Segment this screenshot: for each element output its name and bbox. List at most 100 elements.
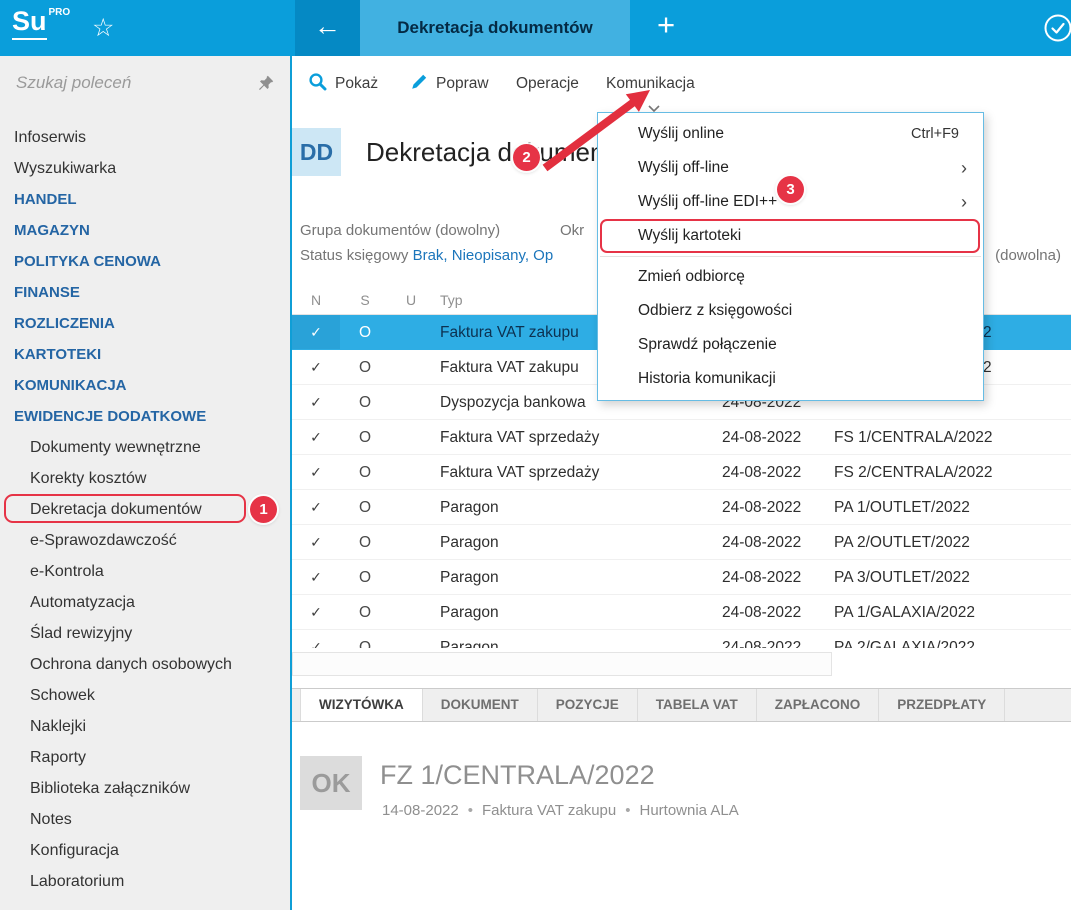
pin-icon[interactable] [258, 75, 274, 96]
favorites-star-icon[interactable]: ☆ [92, 0, 114, 56]
row-date: 24-08-2022 [722, 595, 834, 629]
sidebar-item-dekretacja-dokumentow[interactable]: Dekretacja dokumentów 1 [0, 494, 290, 525]
sidebar-item-kartoteki[interactable]: KARTOTEKI [0, 339, 290, 370]
row-u [390, 385, 432, 419]
row-u [390, 455, 432, 489]
row-u [390, 350, 432, 384]
sidebar-item-raporty[interactable]: Raporty [0, 742, 290, 773]
filter-value: (dowolny) [435, 222, 500, 239]
document-number-title: FZ 1/CENTRALA/2022 [380, 760, 655, 791]
sidebar: Szukaj poleceń Infoserwis Wyszukiwarka H… [0, 56, 290, 910]
sidebar-item-rozliczenia[interactable]: ROZLICZENIA [0, 308, 290, 339]
sidebar-item-e-sprawozdawczosc[interactable]: e-Sprawozdawczość [0, 525, 290, 556]
tab-tabela-vat[interactable]: TABELA VAT [638, 689, 757, 721]
row-type: Paragon [432, 490, 722, 524]
sidebar-item-wyszukiwarka[interactable]: Wyszukiwarka [0, 153, 290, 184]
table-row[interactable]: ✓ O Paragon 24-08-2022 PA 2/OUTLET/2022 [292, 525, 1071, 560]
column-header-s[interactable]: S [340, 285, 390, 314]
annotation-step-1: 1 [250, 496, 277, 523]
tab-dokument[interactable]: DOKUMENT [423, 689, 538, 721]
sidebar-item-konfiguracja[interactable]: Konfiguracja [0, 835, 290, 866]
tab-wizytowka[interactable]: WIZYTÓWKA [300, 689, 423, 721]
edit-menu-button[interactable]: Popraw [410, 56, 489, 112]
column-header-n[interactable]: N [292, 285, 340, 314]
row-status: O [340, 350, 390, 384]
menu-item-wyslij-kartoteki[interactable]: Wyślij kartoteki [598, 219, 983, 253]
row-date: 24-08-2022 [722, 420, 834, 454]
sidebar-item-schowek[interactable]: Schowek [0, 680, 290, 711]
sidebar-item-laboratorium[interactable]: Laboratorium [0, 866, 290, 897]
sidebar-item-polityka-cenowa[interactable]: POLITYKA CENOWA [0, 246, 290, 277]
row-status: O [340, 630, 390, 648]
row-u [390, 630, 432, 648]
filter-document-group[interactable]: Grupa dokumentów (dowolny) [300, 222, 500, 239]
table-row[interactable]: ✓ O Faktura VAT sprzedaży 24-08-2022 FS … [292, 455, 1071, 490]
filter-accounting-status[interactable]: Status księgowy Brak, Nieopisany, Op [300, 247, 553, 264]
tab-pozycje[interactable]: POZYCJE [538, 689, 638, 721]
sidebar-item-handel[interactable]: HANDEL [0, 184, 290, 215]
table-row[interactable]: ✓ O Paragon 24-08-2022 PA 3/OUTLET/2022 [292, 560, 1071, 595]
command-search[interactable]: Szukaj poleceń [0, 56, 290, 110]
sidebar-item-finanse[interactable]: FINANSE [0, 277, 290, 308]
sidebar-menu: Infoserwis Wyszukiwarka HANDEL MAGAZYN P… [0, 122, 290, 897]
sidebar-item-infoserwis[interactable]: Infoserwis [0, 122, 290, 153]
logo-pro-label: PRO [49, 7, 71, 18]
menu-item-label: Sprawdź połączenie [638, 336, 777, 354]
row-status: O [340, 315, 390, 349]
sidebar-item-dokumenty-wewnetrzne[interactable]: Dokumenty wewnętrzne [0, 432, 290, 463]
column-header-u[interactable]: U [390, 285, 432, 314]
row-type: Paragon [432, 560, 722, 594]
sidebar-item-korekty-kosztow[interactable]: Korekty kosztów [0, 463, 290, 494]
new-tab-button[interactable]: + [645, 0, 687, 56]
submenu-arrow-icon: › [961, 159, 967, 177]
menu-item-shortcut: Ctrl+F9 [911, 126, 967, 142]
sidebar-item-notes[interactable]: Notes [0, 804, 290, 835]
sidebar-item-e-kontrola[interactable]: e-Kontrola [0, 556, 290, 587]
sidebar-item-komunikacja[interactable]: KOMUNIKACJA [0, 370, 290, 401]
sidebar-item-biblioteka-zalacznikow[interactable]: Biblioteka załączników [0, 773, 290, 804]
tab-przedplaty[interactable]: PRZEDPŁATY [879, 689, 1005, 721]
back-button[interactable]: ← [295, 0, 360, 56]
submenu-arrow-icon: › [961, 193, 967, 211]
sidebar-item-ewidencje-dodatkowe[interactable]: EWIDENCJE DODATKOWE [0, 401, 290, 432]
menu-item-sprawdz-polaczenie[interactable]: Sprawdź połączenie [598, 328, 983, 362]
document-date: 14-08-2022 [382, 802, 459, 819]
sidebar-item-slad-rewizyjny[interactable]: Ślad rewizyjny [0, 618, 290, 649]
show-menu-button[interactable]: Pokaż [308, 56, 378, 112]
search-icon [308, 72, 327, 96]
menu-item-historia-komunikacji[interactable]: Historia komunikacji [598, 362, 983, 396]
pencil-icon [410, 73, 428, 96]
menu-separator [600, 256, 981, 257]
menu-item-odbierz-z-ksiegowosci[interactable]: Odbierz z księgowości [598, 294, 983, 328]
row-status: O [340, 385, 390, 419]
table-row[interactable]: ✓ O Faktura VAT sprzedaży 24-08-2022 FS … [292, 420, 1071, 455]
row-number: PA 3/OUTLET/2022 [834, 560, 1071, 594]
row-number: PA 2/GALAXIA/2022 [834, 630, 1071, 648]
row-u [390, 490, 432, 524]
active-tab[interactable]: Dekretacja dokumentów [360, 0, 630, 56]
sidebar-item-ochrona-danych-osobowych[interactable]: Ochrona danych osobowych [0, 649, 290, 680]
horizontal-scrollbar[interactable] [292, 652, 832, 676]
filter-value-link[interactable]: Brak, Nieopisany, Op [413, 247, 554, 264]
sidebar-item-label: Dekretacja dokumentów [30, 501, 202, 518]
menu-item-zmien-odbiorce[interactable]: Zmień odbiorcę [598, 260, 983, 294]
sidebar-item-automatyzacja[interactable]: Automatyzacja [0, 587, 290, 618]
table-row[interactable]: ✓ O Paragon 24-08-2022 PA 2/GALAXIA/2022 [292, 630, 1071, 648]
check-icon: ✓ [292, 455, 340, 489]
annotation-arrow [490, 80, 670, 190]
status-check-icon[interactable] [1043, 13, 1071, 48]
row-type: Faktura VAT sprzedaży [432, 420, 722, 454]
check-icon: ✓ [292, 560, 340, 594]
sidebar-item-naklejki[interactable]: Naklejki [0, 711, 290, 742]
filter-label: Status księgowy [300, 247, 408, 264]
show-menu-label: Pokaż [335, 75, 378, 93]
sidebar-item-magazyn[interactable]: MAGAZYN [0, 215, 290, 246]
filter-right-value[interactable]: (dowolna) [995, 247, 1061, 264]
table-row[interactable]: ✓ O Paragon 24-08-2022 PA 1/GALAXIA/2022 [292, 595, 1071, 630]
filter-period-truncated[interactable]: Okr [560, 222, 584, 239]
row-type: Paragon [432, 525, 722, 559]
check-icon: ✓ [292, 420, 340, 454]
table-row[interactable]: ✓ O Paragon 24-08-2022 PA 1/OUTLET/2022 [292, 490, 1071, 525]
tab-zaplacono[interactable]: ZAPŁACONO [757, 689, 880, 721]
row-number: PA 1/GALAXIA/2022 [834, 595, 1071, 629]
